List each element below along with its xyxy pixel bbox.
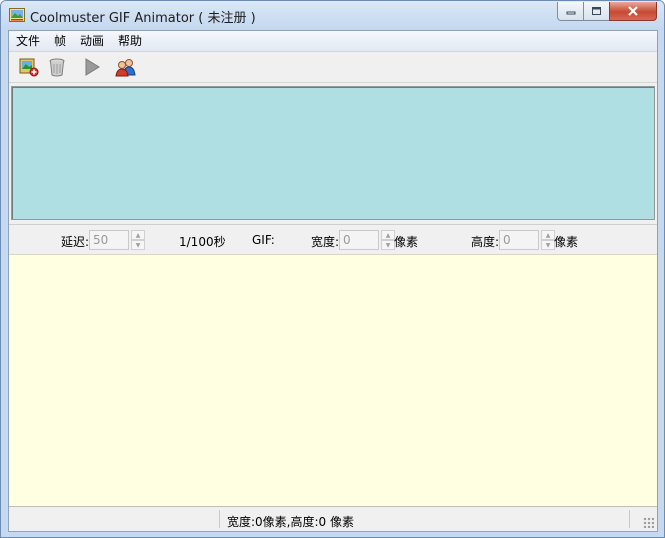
delay-spin-buttons: ▲ ▼ xyxy=(131,230,145,250)
frames-area xyxy=(9,254,657,506)
maximize-icon xyxy=(592,7,601,15)
status-separator xyxy=(629,510,630,528)
width-up-arrow-icon[interactable]: ▲ xyxy=(381,230,395,240)
close-icon xyxy=(628,6,638,16)
delay-up-arrow-icon[interactable]: ▲ xyxy=(131,230,145,240)
gif-label: GIF: xyxy=(252,233,275,247)
width-spin-buttons: ▲ ▼ xyxy=(381,230,395,250)
delay-down-arrow-icon[interactable]: ▼ xyxy=(131,240,145,250)
minimize-icon xyxy=(566,11,575,15)
add-image-button[interactable] xyxy=(18,56,40,78)
menu-file[interactable]: 文件 xyxy=(9,31,47,51)
close-button[interactable] xyxy=(609,2,657,21)
height-down-arrow-icon[interactable]: ▼ xyxy=(541,240,555,250)
height-spin-buttons: ▲ ▼ xyxy=(541,230,555,250)
status-separator xyxy=(219,510,220,528)
app-icon xyxy=(9,8,25,22)
height-input[interactable] xyxy=(499,230,539,250)
play-icon xyxy=(85,58,100,76)
users-button[interactable] xyxy=(115,56,137,78)
users-icon xyxy=(115,59,136,77)
width-input[interactable] xyxy=(339,230,379,250)
menu-animation[interactable]: 动画 xyxy=(73,31,111,51)
settings-bar: 延迟: ▲ ▼ 1/100秒 GIF: 宽度: ▲ ▼ 像素 高度: xyxy=(9,224,657,254)
height-unit: 像素 xyxy=(554,235,579,249)
resize-grip-icon[interactable] xyxy=(643,517,654,528)
delay-unit: 1/100秒 xyxy=(179,235,226,249)
delete-button[interactable] xyxy=(46,56,68,78)
client-area: 文件 帧 动画 帮助 延迟: 50 ▲ ▼ 1/100秒 GIF: 宽度: 0 … xyxy=(8,30,658,532)
menu-frame[interactable]: 帧 xyxy=(47,31,73,51)
toolbar xyxy=(9,51,657,83)
trash-icon xyxy=(49,58,65,77)
maximize-button[interactable] xyxy=(583,2,610,21)
delay-label: 延迟: xyxy=(61,235,90,249)
status-text: 宽度:0像素,高度:0 像素 xyxy=(227,515,354,529)
minimize-button[interactable] xyxy=(557,2,584,21)
width-unit: 像素 xyxy=(394,235,419,249)
add-image-icon xyxy=(19,58,39,77)
menu-help[interactable]: 帮助 xyxy=(111,31,149,51)
play-button[interactable] xyxy=(81,56,103,78)
height-label: 高度: xyxy=(471,235,500,249)
delay-input[interactable] xyxy=(89,230,129,250)
preview-area xyxy=(11,86,655,220)
height-up-arrow-icon[interactable]: ▲ xyxy=(541,230,555,240)
menu-bar: 文件 帧 动画 帮助 xyxy=(9,31,657,51)
width-label: 宽度: xyxy=(311,235,340,249)
width-down-arrow-icon[interactable]: ▼ xyxy=(381,240,395,250)
title-bar[interactable]: Coolmuster GIF Animator ( 未注册 ) xyxy=(1,1,664,30)
window-title: Coolmuster GIF Animator ( 未注册 ) xyxy=(30,11,256,26)
app-window: Coolmuster GIF Animator ( 未注册 ) 文件 帧 动画 … xyxy=(0,0,665,538)
status-bar: 宽度:0像素,高度:0 像素 xyxy=(9,506,657,531)
